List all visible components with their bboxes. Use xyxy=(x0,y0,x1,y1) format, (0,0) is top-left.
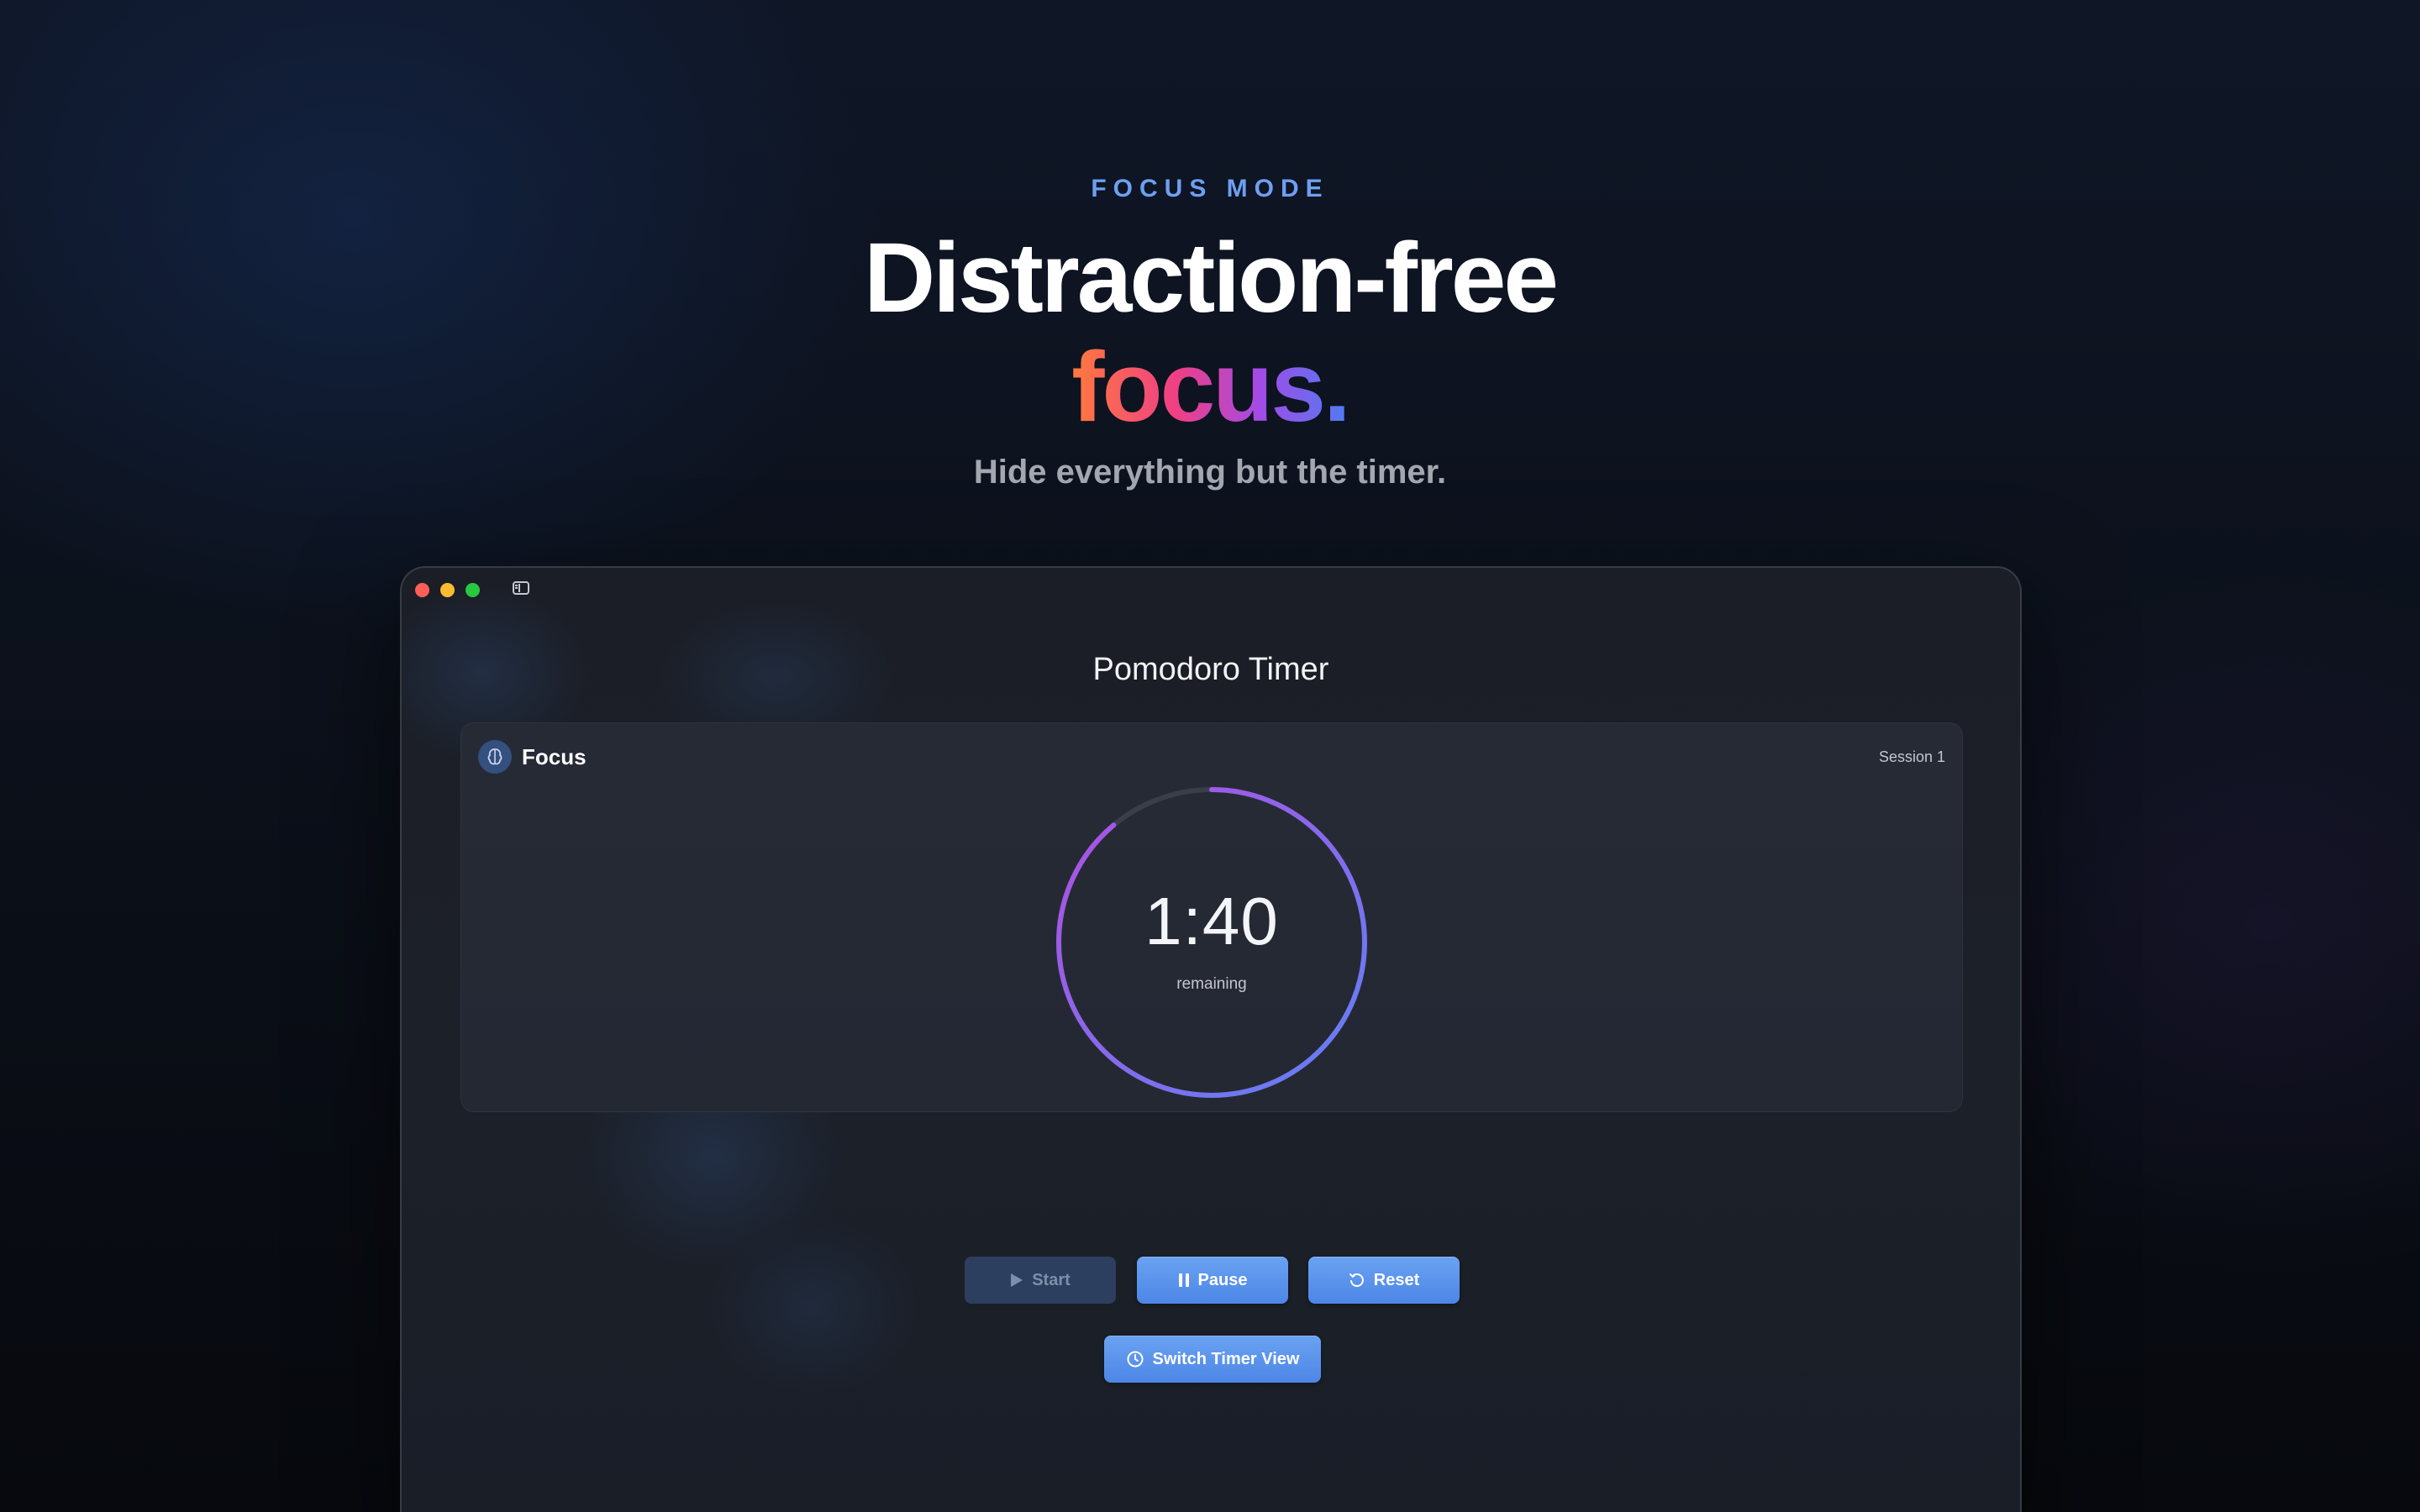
window-minimize-button[interactable] xyxy=(440,583,455,597)
page-background: FOCUS MODE Distraction-free focus. Hide … xyxy=(0,0,2420,1512)
mode-label: Focus xyxy=(522,744,587,769)
time-remaining-caption: remaining xyxy=(1176,975,1247,993)
window-title: Pomodoro Timer xyxy=(1092,652,1329,687)
eyebrow-label: FOCUS MODE xyxy=(1091,175,1329,202)
reset-icon xyxy=(1349,1273,1364,1287)
reset-button[interactable]: Reset xyxy=(1308,1257,1460,1304)
switch-timer-view-label: Switch Timer View xyxy=(1152,1349,1300,1368)
window-close-button[interactable] xyxy=(415,583,429,597)
time-remaining: 1:40 xyxy=(1144,884,1279,958)
start-button[interactable]: Start xyxy=(965,1257,1116,1304)
focus-card: Focus Session 1 1:40 remaining xyxy=(460,722,1963,1112)
pause-button-label: Pause xyxy=(1197,1270,1248,1289)
headline: Distraction-free xyxy=(863,223,1559,333)
reset-button-label: Reset xyxy=(1373,1270,1420,1289)
sidebar-left-icon[interactable] xyxy=(513,581,529,595)
switch-timer-view-button[interactable]: Switch Timer View xyxy=(1104,1336,1321,1383)
play-icon xyxy=(1011,1273,1023,1287)
app-window: Pomodoro Timer Focus Session 1 1:40 rema… xyxy=(400,566,2022,1512)
headline-accent-text: focus. xyxy=(1071,332,1350,443)
pause-button[interactable]: Pause xyxy=(1137,1257,1288,1304)
brain-icon xyxy=(478,740,512,774)
headline-accent: focus. xyxy=(0,334,2420,440)
pause-icon xyxy=(1178,1273,1189,1287)
session-label: Session 1 xyxy=(1878,748,1945,765)
start-button-label: Start xyxy=(1032,1270,1071,1289)
timer-icon xyxy=(1127,1351,1144,1368)
subtitle: Hide everything but the timer. xyxy=(973,454,1447,491)
window-maximize-button[interactable] xyxy=(466,583,480,597)
